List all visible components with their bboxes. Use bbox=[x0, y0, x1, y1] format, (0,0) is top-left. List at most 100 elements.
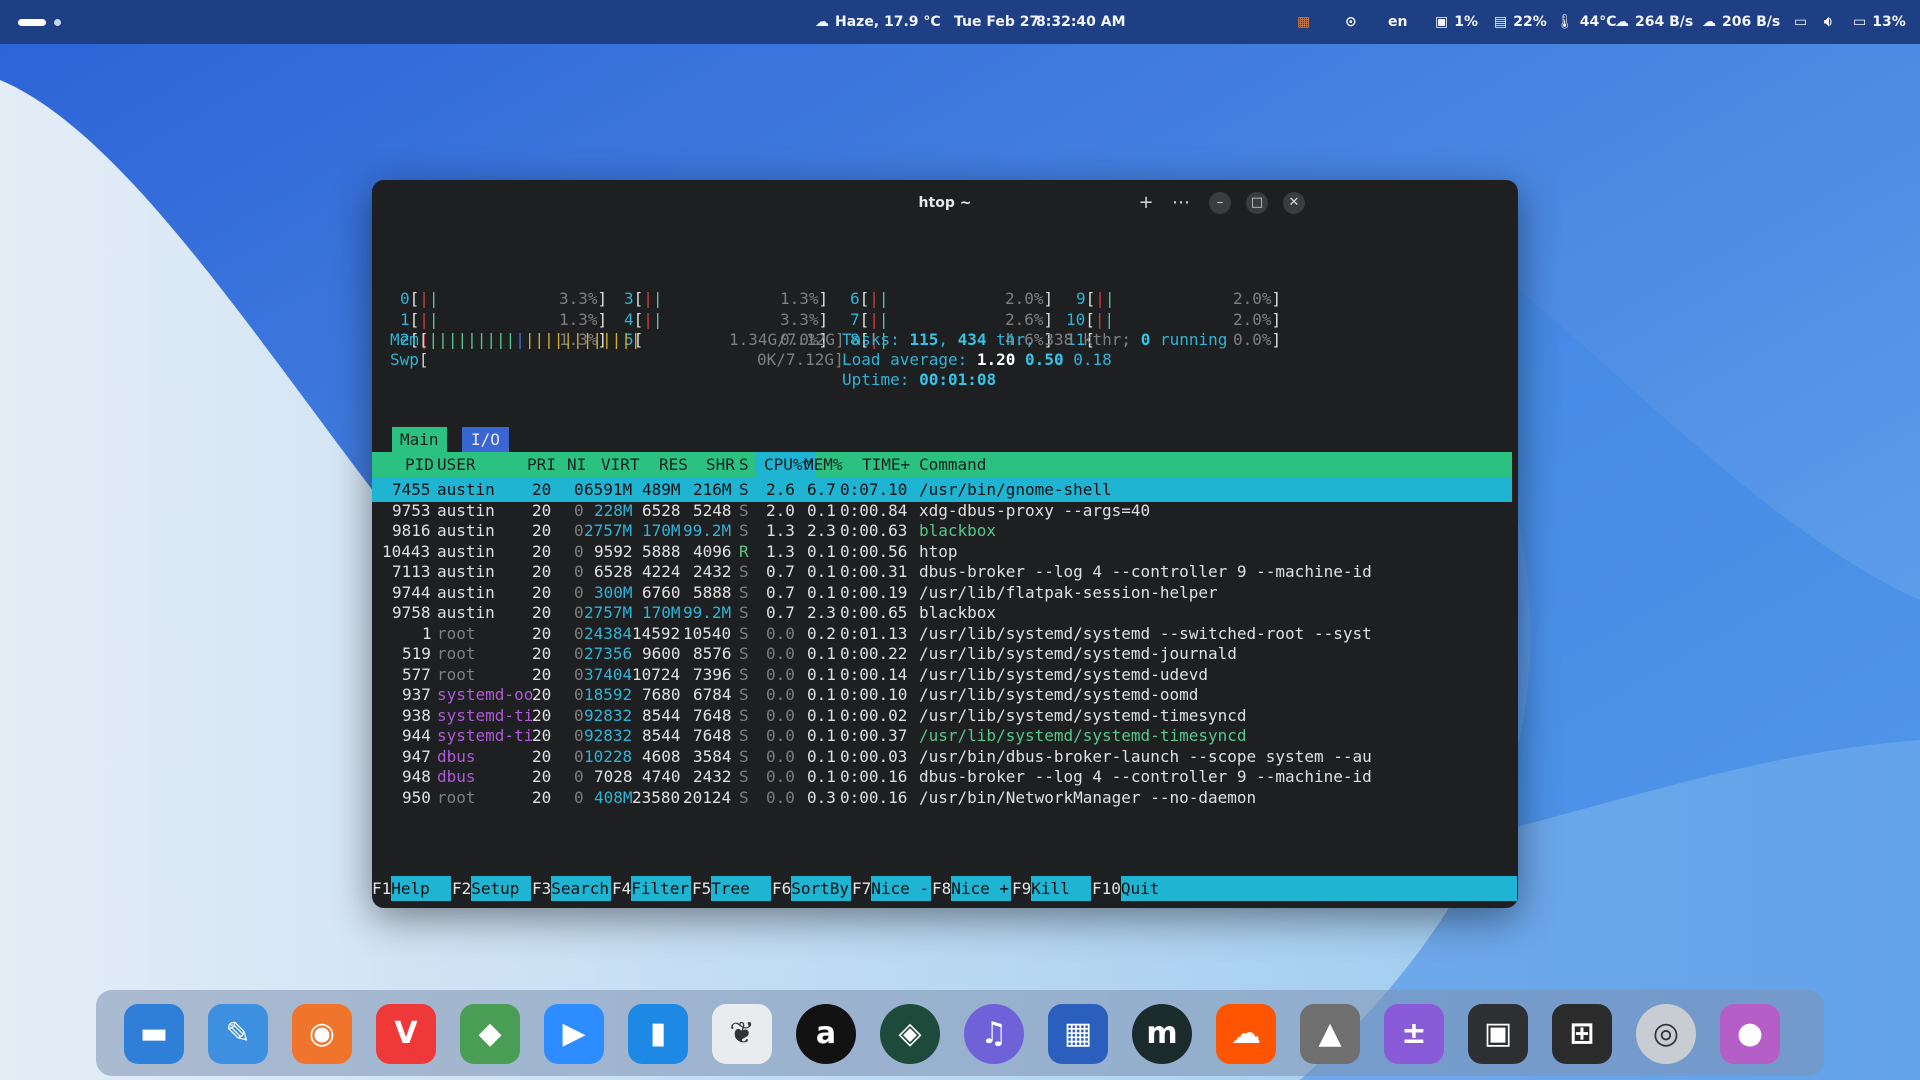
clock-label[interactable]: 8:32:40 AM bbox=[1036, 0, 1126, 44]
fkey-label: Search bbox=[551, 876, 612, 901]
column-time[interactable]: TIME+ bbox=[862, 452, 910, 477]
upload-indicator[interactable]: ☁ 264 B/s bbox=[1615, 0, 1693, 44]
update-icon[interactable]: ⊙ bbox=[1345, 0, 1357, 44]
fkey-label: Nice + bbox=[951, 876, 1012, 901]
fkey-filter[interactable]: F4Filter bbox=[612, 876, 692, 901]
fkey-nice[interactable]: F7Nice - bbox=[852, 876, 932, 901]
htop-screen[interactable]: 0[|| 3.3%] 1[|| 1.3%] 2[| 1.3%] 3[|| 1.3%] 4[|| 3… bbox=[372, 180, 1518, 908]
fkey-quit[interactable]: F10Quit bbox=[1092, 876, 1517, 901]
amberol-icon[interactable]: a bbox=[796, 1004, 856, 1064]
fkey-key: F3 bbox=[532, 879, 552, 898]
android-studio-icon[interactable]: ◈ bbox=[880, 1004, 940, 1064]
text-editor-icon[interactable]: ✎ bbox=[208, 1004, 268, 1064]
disk-icon[interactable]: ◎ bbox=[1636, 1004, 1696, 1064]
weather-indicator[interactable]: ☁ Haze, 17.9 °C bbox=[815, 0, 941, 44]
column-state[interactable]: S bbox=[739, 452, 749, 477]
column-user[interactable]: USER bbox=[437, 452, 476, 477]
cpu-meter-bar: || bbox=[643, 309, 663, 329]
fkey-label: Help bbox=[391, 876, 452, 901]
soundcloud-icon[interactable]: ☁ bbox=[1216, 1004, 1276, 1064]
layers-icon[interactable]: ◆ bbox=[460, 1004, 520, 1064]
fkey-help[interactable]: F1Help bbox=[372, 876, 452, 901]
firefox-icon[interactable]: ◉ bbox=[292, 1004, 352, 1064]
music-icon[interactable]: ♫ bbox=[964, 1004, 1024, 1064]
cpu-meter-label: 6 bbox=[850, 289, 860, 308]
workspace-indicator-active[interactable] bbox=[18, 19, 46, 26]
date-label[interactable]: Tue Feb 27 bbox=[954, 0, 1039, 44]
memory-indicator[interactable]: ▤ 22% bbox=[1494, 0, 1547, 44]
column-mem[interactable]: MEM% bbox=[804, 452, 843, 477]
fkey-kill[interactable]: F9Kill bbox=[1012, 876, 1092, 901]
tab-io[interactable]: I/O bbox=[462, 427, 509, 452]
process-table-header: PID USER PRI NI VIRT RES SHR S CPU%▽ MEM… bbox=[372, 452, 1512, 477]
fkey-setup[interactable]: F2Setup bbox=[452, 876, 532, 901]
app-indicator-icon[interactable]: ▦ bbox=[1297, 0, 1310, 44]
fkey-nice[interactable]: F8Nice + bbox=[932, 876, 1012, 901]
tab-main[interactable]: Main bbox=[392, 427, 447, 452]
download-indicator[interactable]: ☁ 206 B/s bbox=[1702, 0, 1780, 44]
column-ni[interactable]: NI bbox=[567, 452, 586, 477]
fkey-key: F10 bbox=[1092, 879, 1121, 898]
fkey-key: F6 bbox=[772, 879, 792, 898]
cell-command: /usr/bin/NetworkManager --no-daemon bbox=[919, 787, 1257, 807]
cpu-meter-bar: || bbox=[1094, 309, 1115, 329]
cpu-meter-label: 0 bbox=[400, 289, 410, 308]
column-shr[interactable]: SHR bbox=[706, 452, 735, 477]
memory-icon: ▤ bbox=[1494, 14, 1508, 30]
volume-icon[interactable]: 🔉︎ bbox=[1824, 0, 1833, 44]
book-reader-icon[interactable]: ❦ bbox=[712, 1004, 772, 1064]
vivaldi-icon[interactable]: V bbox=[376, 1004, 436, 1064]
column-pid[interactable]: PID bbox=[405, 452, 434, 477]
recorder-icon[interactable]: ● bbox=[1720, 1004, 1780, 1064]
temperature-indicator[interactable]: 🌡︎ 44°C bbox=[1556, 0, 1617, 44]
download-cloud-icon: ☁ bbox=[1702, 14, 1716, 30]
top-bar: ☁ Haze, 17.9 °C Tue Feb 27 8:32:40 AM ▦ ⊙… bbox=[0, 0, 1920, 44]
language-indicator[interactable]: en bbox=[1388, 0, 1407, 44]
workspace-indicator[interactable] bbox=[54, 19, 61, 26]
terminal-window: htop ~ + ⋯ – □ ✕ 0[|| 3.3%] 1[|| 1.3%] 2[| 1.… bbox=[372, 180, 1518, 908]
cell-pri: 20 bbox=[532, 787, 552, 807]
swp-meter-value: 0K/7.12G] bbox=[757, 350, 844, 369]
cell-ni: 0 bbox=[574, 787, 584, 807]
battery-icon: ▭ bbox=[1853, 14, 1867, 30]
column-command[interactable]: Command bbox=[919, 452, 986, 477]
fkey-key: F4 bbox=[612, 879, 632, 898]
cell-res: 23580 bbox=[632, 787, 681, 807]
mixer-icon[interactable]: ⊞ bbox=[1552, 1004, 1612, 1064]
fkey-sortby[interactable]: F6SortBy bbox=[772, 876, 852, 901]
fkey-label: Quit bbox=[1120, 876, 1517, 901]
cpu-meter-value: 0.0%] bbox=[1233, 330, 1282, 349]
function-key-bar: F1Help F2Setup F3Search F4Filter F5Tree F6Sor… bbox=[372, 876, 1518, 901]
disk-indicator[interactable]: ▣ 1% bbox=[1435, 0, 1478, 44]
fkey-key: F5 bbox=[692, 879, 712, 898]
process-row[interactable]: 950 root 20 0 408M 23580 20124 S 0.0 0.3 0:00.16/u… bbox=[372, 785, 1512, 810]
cell-shr: 20124 bbox=[683, 787, 732, 807]
cell-mem: 0.3 bbox=[807, 787, 836, 807]
cell-pid: 950 bbox=[402, 787, 431, 807]
column-res[interactable]: RES bbox=[659, 452, 688, 477]
cpu-meter-label: 7 bbox=[850, 309, 860, 329]
battery-indicator[interactable]: ▭ 13% bbox=[1853, 0, 1906, 44]
mastodon-icon[interactable]: m bbox=[1132, 1004, 1192, 1064]
fkey-label: Nice - bbox=[871, 876, 932, 901]
display-icon[interactable]: ▭ bbox=[1794, 0, 1807, 44]
fkey-label: SortBy bbox=[791, 876, 852, 901]
bookmarks-icon[interactable]: ▮ bbox=[628, 1004, 688, 1064]
zoom-icon[interactable]: ▶ bbox=[544, 1004, 604, 1064]
fkey-key: F7 bbox=[852, 879, 872, 898]
files-icon[interactable]: ▬ bbox=[124, 1004, 184, 1064]
pixel-app-icon[interactable]: ▦ bbox=[1048, 1004, 1108, 1064]
calculator-icon[interactable]: ± bbox=[1384, 1004, 1444, 1064]
fkey-tree[interactable]: F5Tree bbox=[692, 876, 772, 901]
screenshot-icon[interactable]: ▣ bbox=[1468, 1004, 1528, 1064]
weather-icon: ☁ bbox=[815, 14, 829, 30]
column-pri[interactable]: PRI bbox=[527, 452, 556, 477]
cpu-meter-label: 10 bbox=[1066, 309, 1086, 329]
cpu-meter-bar: || bbox=[869, 309, 889, 329]
cell-state: S bbox=[739, 787, 749, 807]
column-virt[interactable]: VIRT bbox=[601, 452, 640, 477]
cpu-meter-label: 3 bbox=[624, 289, 634, 308]
cpu-meter-label: 1 bbox=[400, 309, 410, 329]
fkey-search[interactable]: F3Search bbox=[532, 876, 612, 901]
inkscape-icon[interactable]: ▲ bbox=[1300, 1004, 1360, 1064]
